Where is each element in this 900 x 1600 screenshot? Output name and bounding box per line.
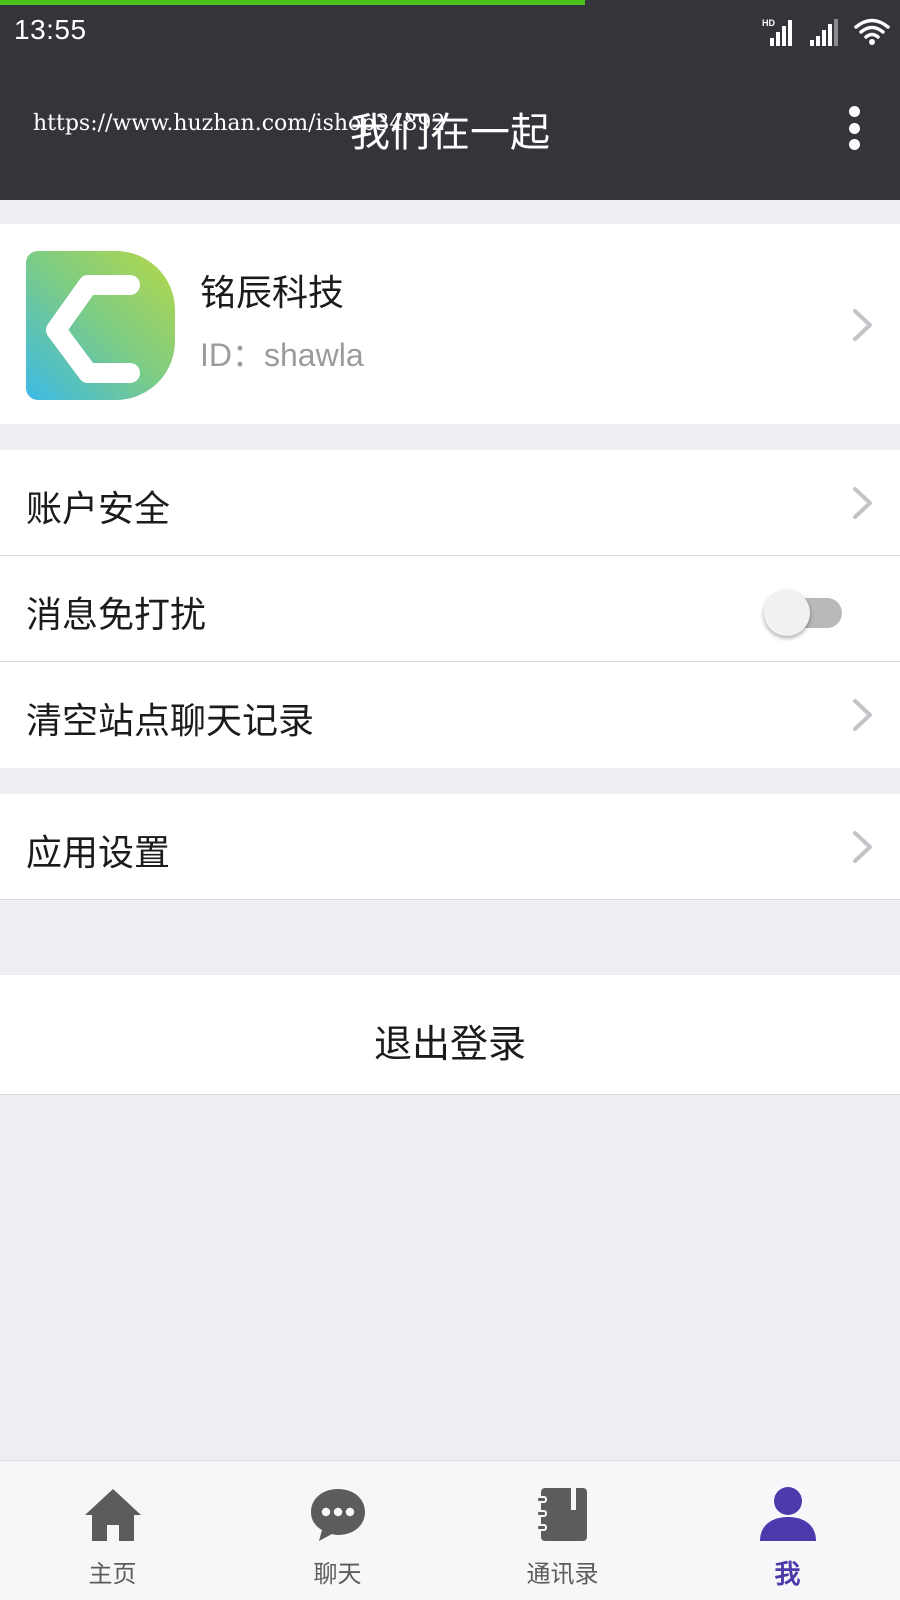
system-icons: HD [762,14,890,46]
menu-item-label: 清空站点聊天记录 [26,701,315,742]
profile-name: 铭辰科技 [200,273,345,314]
chat-icon [310,1489,365,1541]
menu-item-clear-chat[interactable]: 清空站点聊天记录 [0,662,900,768]
profile-card[interactable]: 铭辰科技 ID：shawla [0,224,900,424]
more-vertical-icon[interactable] [848,106,860,150]
menu-item-account-security[interactable]: 账户安全 [0,450,900,556]
tab-contacts[interactable]: 通讯录 [450,1461,675,1600]
contacts-icon [535,1488,587,1541]
menu-item-do-not-disturb: 消息免打扰 [0,556,900,662]
page-load-progress [0,0,585,5]
wifi-icon [854,18,890,46]
user-icon [759,1487,816,1541]
tab-chat[interactable]: 聊天 [225,1461,450,1600]
home-icon [84,1489,141,1541]
hd-badge: HD [762,18,775,28]
app-bar: 我们在一起 https://www.huzhan.com/ishop34892 [0,62,900,200]
tab-label: 聊天 [313,1560,362,1588]
do-not-disturb-toggle[interactable] [764,590,848,636]
hd-signal-icon: HD [762,18,796,46]
logout-button[interactable]: 退出登录 [0,975,900,1095]
status-time: 13:55 [14,14,87,45]
watermark-url: https://www.huzhan.com/ishop34892 [33,111,446,136]
logout-label: 退出登录 [373,1022,526,1066]
bottom-tab-bar: 主页 聊天 通讯录 我 [0,1460,900,1600]
avatar [26,251,175,400]
menu-item-label: 账户安全 [26,489,171,530]
divider [0,1094,900,1095]
status-bar: 13:55 HD [0,0,900,62]
tab-label: 通讯录 [526,1560,599,1588]
menu-item-app-settings[interactable]: 应用设置 [0,794,900,900]
tab-label: 我 [774,1560,801,1590]
divider [0,899,900,900]
signal-icon [808,18,842,46]
chevron-right-icon [853,699,872,731]
menu-item-label: 消息免打扰 [26,595,207,636]
chevron-right-icon [853,309,872,341]
profile-id: ID：shawla [200,337,364,373]
menu-item-label: 应用设置 [26,833,171,874]
tab-label: 主页 [88,1560,137,1588]
chevron-right-icon [853,487,872,519]
toggle-knob [764,590,810,636]
tab-home[interactable]: 主页 [0,1461,225,1600]
tab-me[interactable]: 我 [675,1461,900,1600]
chevron-right-icon [853,831,872,863]
